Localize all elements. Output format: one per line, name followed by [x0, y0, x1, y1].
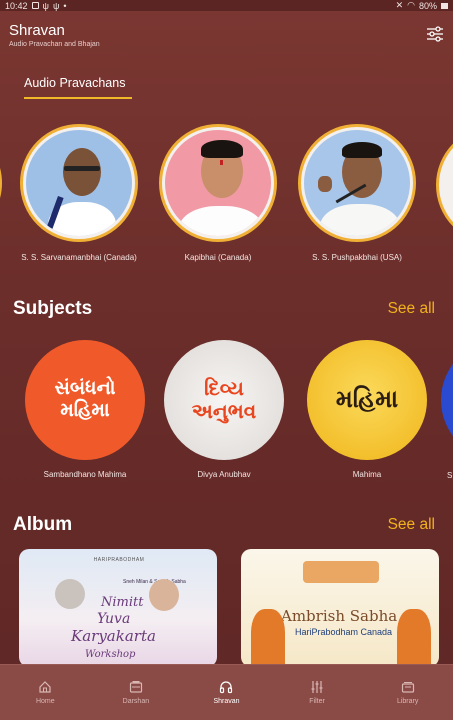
speaker-name: Kapibhai (Canada) [184, 253, 252, 262]
tab-audio-pravachans[interactable]: Audio Pravachans [24, 76, 125, 90]
nav-filter[interactable]: Filter [272, 665, 363, 720]
app-title: Shravan [9, 22, 65, 39]
subject-name: Sambandhano Mahima [43, 470, 127, 479]
speaker-card[interactable]: S. S. Pushpakbhai (USA) [292, 124, 422, 262]
usb-icon: ψ [52, 0, 60, 11]
nav-label: Filter [309, 698, 325, 705]
subject-artwork[interactable]: દિવ્ય અનુભવ [164, 340, 284, 460]
album-photo-right [397, 609, 431, 667]
darshan-icon [129, 681, 142, 693]
library-icon [401, 682, 414, 693]
subject-art-line: અનુભવ [191, 399, 257, 423]
subject-art-line: સંબંધનો [54, 377, 116, 400]
album-line3: Karyakarta [71, 627, 156, 645]
subject-card[interactable]: સંબંધનો મહિમા Sambandhano Mahima [20, 340, 150, 479]
subjects-title: Subjects [13, 298, 93, 319]
speaker-card[interactable]: Kapibhai (Canada) [153, 124, 283, 262]
status-time: 10:42 [5, 0, 28, 11]
subject-partial-right[interactable] [441, 340, 453, 460]
album-photo-right [149, 579, 179, 611]
nav-label: Shravan [213, 698, 240, 705]
app-header: Shravan Audio Pravachan and Bhajan [0, 11, 453, 59]
tab-active-indicator [24, 97, 132, 99]
nav-home[interactable]: Home [0, 665, 91, 720]
speaker-photo [26, 130, 132, 236]
sliders-icon[interactable] [426, 25, 444, 43]
speaker-photo [304, 130, 410, 236]
battery-text: 80% [418, 0, 437, 11]
bottom-navigation: Home Darshan Shravan Filter Library [0, 664, 453, 720]
speaker-avatar[interactable] [159, 124, 277, 242]
subject-art-line: મહિમા [335, 385, 399, 414]
app-subtitle: Audio Pravachan and Bhajan [9, 41, 100, 48]
speaker-partial-left[interactable] [0, 124, 2, 242]
subject-art-line: દિવ્ય [204, 376, 244, 400]
subject-card[interactable]: મહિમા Mahima [302, 340, 432, 479]
shravan-screen: 10:42 ψ ψ • ✕ ◠ 80% Shravan Audio Pravac… [0, 0, 453, 720]
speaker-partial-right[interactable] [436, 126, 453, 244]
nav-label: Darshan [122, 698, 150, 705]
headphones-icon [220, 681, 233, 694]
album-brand: HARIPRABODHAM [93, 557, 145, 563]
album-line4: Workshop [85, 649, 136, 660]
wifi-icon: ◠ [407, 0, 415, 10]
album-see-all-link[interactable]: See all [388, 516, 435, 534]
album-card-ambrish-sabha[interactable]: Ambrish Sabha HariPrabodham Canada [241, 549, 439, 667]
subject-artwork[interactable]: મહિમા [307, 340, 427, 460]
speaker-photo [165, 130, 271, 236]
subject-art-line: મહિમા [60, 399, 110, 421]
mute-icon: ✕ [395, 0, 404, 10]
nav-darshan[interactable]: Darshan [91, 665, 182, 720]
speaker-avatar[interactable] [20, 124, 138, 242]
nav-library[interactable]: Library [362, 665, 453, 720]
album-photo-left [55, 579, 85, 609]
subject-name: Divya Anubhav [197, 470, 251, 479]
album-subtitle-text: HariPrabodham Canada [295, 627, 393, 637]
nav-shravan[interactable]: Shravan [181, 665, 272, 720]
album-line1: Nimitt [101, 595, 144, 610]
speaker-avatar[interactable] [298, 124, 416, 242]
subject-card[interactable]: દિવ્ય અનુભવ Divya Anubhav [159, 340, 289, 479]
nav-label: Library [396, 698, 419, 705]
album-deity-images [303, 561, 379, 583]
subject-name: Mahima [352, 470, 382, 479]
nav-label: Home [35, 698, 55, 705]
album-card-yuva-workshop[interactable]: HARIPRABODHAM Sneh Milan & Samuh Sabha N… [19, 549, 217, 667]
status-bar: 10:42 ψ ψ • ✕ ◠ 80% [0, 0, 453, 11]
dot-icon: • [63, 0, 67, 11]
speaker-name: S. S. Sarvanamanbhai (Canada) [21, 253, 137, 262]
album-photo-left [251, 609, 285, 667]
home-icon [39, 681, 51, 693]
speakers-carousel[interactable]: S. S. Sarvanamanbhai (Canada) Kapibhai (… [0, 124, 453, 274]
speaker-name: S. S. Pushpakbhai (USA) [312, 253, 402, 262]
album-line2: Yuva [97, 611, 131, 627]
speaker-card[interactable]: S. S. Sarvanamanbhai (Canada) [14, 124, 144, 262]
usb-icon: ψ [42, 0, 49, 11]
sliders-icon [311, 681, 323, 693]
album-title: Album [13, 514, 73, 535]
image-icon [31, 2, 39, 9]
subject-artwork[interactable]: સંબંધનો મહિમા [25, 340, 145, 460]
battery-icon [441, 2, 448, 9]
subjects-see-all-link[interactable]: See all [388, 300, 435, 318]
